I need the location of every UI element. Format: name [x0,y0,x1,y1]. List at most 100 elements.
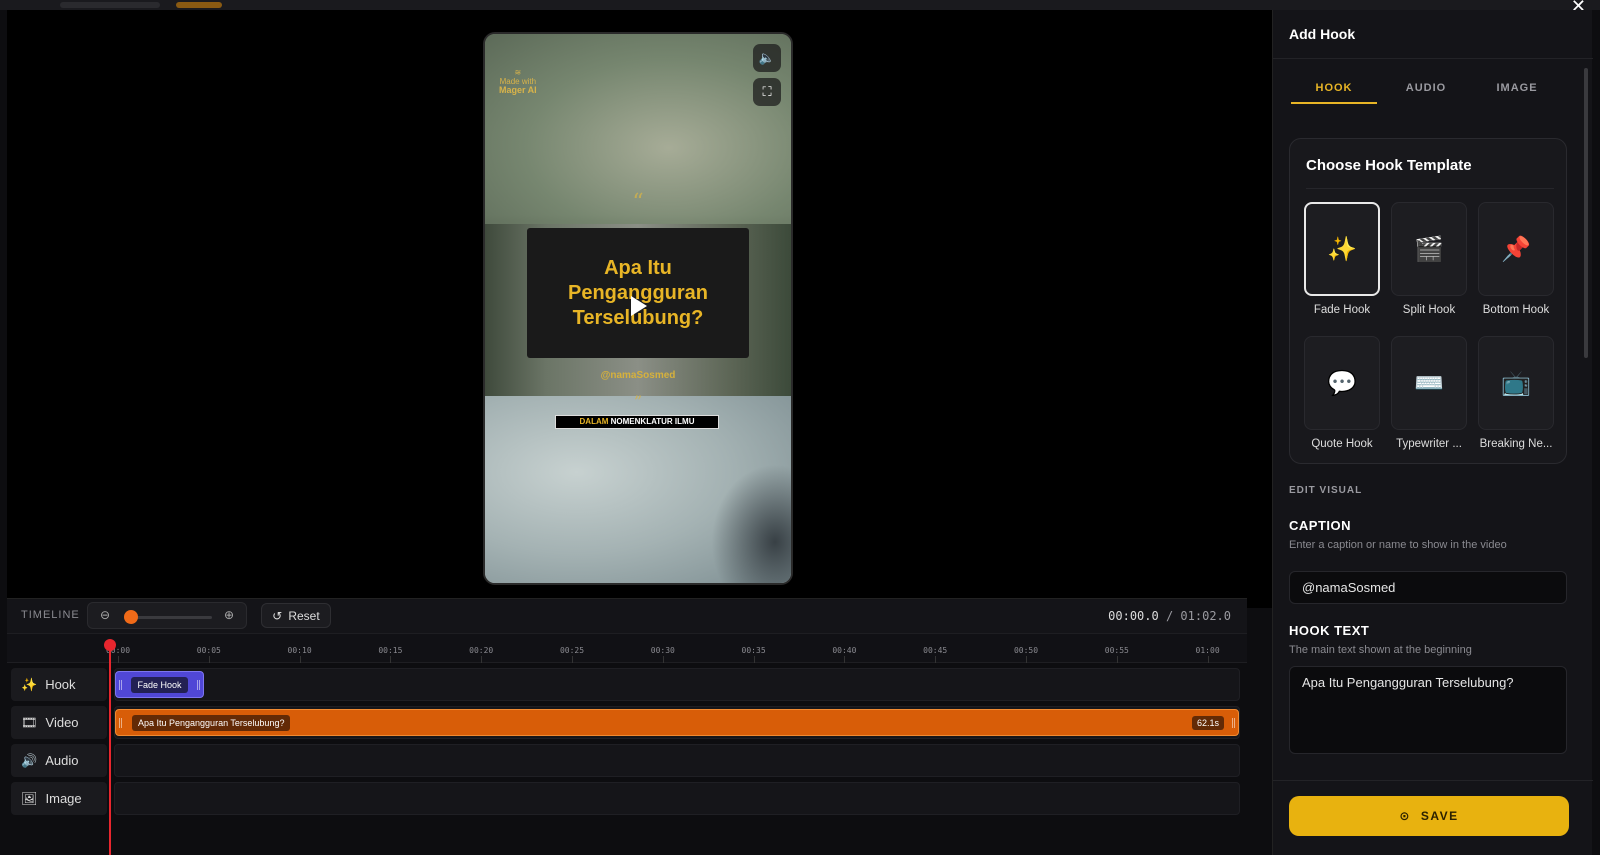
ruler-tick-mark [299,656,301,663]
template-split-hook[interactable]: 🎬 Split Hook [1391,202,1467,316]
panel-footer-divider [1273,780,1593,781]
tab-image[interactable]: IMAGE [1474,82,1560,102]
reset-label: Reset [288,608,320,623]
ruler-tick-label: 00:25 [559,646,585,655]
template-bottom-hook[interactable]: 📌 Bottom Hook [1478,202,1554,316]
current-time: 00:00.0 [1108,609,1159,623]
video-player[interactable]: ≋ Made with Mager AI 🔈 ⛶ “ Apa Itu Penga… [483,32,793,585]
image-icon: 🖼 [21,790,38,806]
ruler-tick-label: 00:10 [287,646,312,655]
panel-divider [1273,58,1593,59]
watermark-brand: Mager AI [499,85,537,95]
ruler-tick-label: 00:55 [1104,646,1129,655]
ruler-tick-mark [481,656,483,663]
track-lane-audio[interactable] [114,744,1240,777]
track-row-image: 🖼 Image [7,782,1247,815]
tab-audio[interactable]: AUDIO [1383,82,1469,102]
total-time: 01:02.0 [1180,609,1231,623]
template-name: Split Hook [1402,304,1456,316]
speech-bubble-icon: 💬 [1304,336,1380,430]
hook-clip[interactable]: Fade Hook [115,671,204,698]
clip-left-handle[interactable] [119,718,122,728]
ruler-tick-label: 00:35 [741,646,766,655]
hook-text-hint: The main text shown at the beginning [1289,644,1472,656]
clip-right-handle[interactable] [1232,718,1235,728]
track-label-image: 🖼 Image [11,782,107,815]
clip-left-handle[interactable] [119,680,122,690]
hook-text-input[interactable]: Apa Itu Pengangguran Terselubung? [1289,666,1567,754]
television-icon: 📺 [1478,336,1554,430]
ruler-tick-mark [118,656,119,663]
track-label-video: 🎞 Video [11,706,107,739]
video-preview-area: ≋ Made with Mager AI 🔈 ⛶ “ Apa Itu Penga… [7,10,1272,608]
clapperboard-icon: 🎬 [1391,202,1467,296]
ruler-tick-label: 01:00 [1195,646,1220,655]
add-hook-panel: Add Hook HOOK AUDIO IMAGE Choose Hook Te… [1272,10,1593,855]
playhead[interactable] [109,648,111,855]
zoom-in-icon[interactable]: ⊕ [224,608,234,622]
subtitle-highlight-word: DALAM [579,417,609,426]
fullscreen-button[interactable]: ⛶ [753,78,781,106]
volume-button[interactable]: 🔈 [753,44,781,72]
save-label: SAVE [1420,809,1459,823]
hook-text-title: HOOK TEXT [1289,623,1370,638]
zoom-control: ⊖ ⊕ [87,602,247,629]
template-section-title: Choose Hook Template [1306,157,1472,174]
subtitle-overlay: DALAM NOMENKLATUR ILMU [555,415,719,429]
ruler-tick-mark [572,656,573,663]
timeline-ruler[interactable]: 00:00 00:05 00:10 00:15 00:20 00:25 00:30 00:35… [7,633,1247,663]
zoom-slider-thumb[interactable] [124,610,138,624]
top-accent-pill[interactable] [176,2,222,8]
zoom-slider-track[interactable] [126,616,212,619]
timeline-label: TIMELINE [21,609,80,621]
time-separator: / [1165,609,1174,623]
caption-overlay-text: @namaSosmed [600,370,676,381]
reset-button[interactable]: ↺ Reset [261,603,331,628]
track-label-hook: ✨ Hook [11,668,107,701]
timeline-header: TIMELINE ⊖ ⊕ ↺ Reset 00:00.0 / 01:02.0 [7,598,1247,633]
play-icon[interactable] [631,296,647,316]
track-lane-image[interactable] [114,782,1240,815]
panel-scrollbar[interactable] [1584,68,1588,358]
ruler-tick-label: 00:50 [1013,646,1039,655]
tab-hook[interactable]: HOOK [1291,82,1377,104]
save-icon: ⊙ [1399,809,1411,823]
edit-visual-label: EDIT VISUAL [1289,485,1363,496]
speaker-icon: 🔈 [758,50,776,65]
track-row-video: 🎞 Video Apa Itu Pengangguran Terselubung… [7,706,1247,739]
video-clip[interactable]: Apa Itu Pengangguran Terselubung? 62.1s [115,709,1239,736]
zoom-out-icon[interactable]: ⊖ [100,608,110,622]
template-breaking-news-hook[interactable]: 📺 Breaking Ne... [1478,336,1554,450]
fullscreen-icon: ⛶ [762,84,772,99]
ruler-tick-label: 00:05 [196,646,221,655]
reset-icon: ↺ [272,608,283,623]
top-bar [0,0,1600,10]
template-name: Typewriter ... [1396,438,1462,450]
sparkles-icon: ✨ [1304,202,1380,296]
subtitle-rest: NOMENKLATUR ILMU [610,417,695,426]
watermark-wave-icon: ≋ [514,68,522,77]
track-label-audio: 🔊 Audio [11,744,107,777]
ruler-tick-mark [753,656,755,663]
top-tab-pill[interactable] [60,2,160,8]
track-row-hook: ✨ Hook Fade Hook [7,668,1247,701]
track-name: Image [45,791,82,806]
template-fade-hook[interactable]: ✨ Fade Hook [1304,202,1380,316]
caption-input[interactable] [1289,571,1567,604]
template-typewriter-hook[interactable]: ⌨️ Typewriter ... [1391,336,1467,450]
track-name: Video [45,715,79,730]
watermark: ≋ Made with Mager AI [499,68,537,95]
save-button[interactable]: ⊙ SAVE [1289,796,1569,836]
track-lane-hook[interactable] [114,668,1240,701]
caption-hint: Enter a caption or name to show in the v… [1289,539,1507,551]
clip-right-handle[interactable] [197,680,200,690]
ruler-tick-mark [1207,656,1209,663]
caption-title: CAPTION [1289,518,1351,533]
panel-tabs: HOOK AUDIO IMAGE [1291,82,1581,108]
playhead-handle[interactable] [104,639,116,651]
video-clip-duration: 62.1s [1191,716,1224,730]
template-quote-hook[interactable]: 💬 Quote Hook [1304,336,1380,450]
video-frame-shadow [711,464,791,583]
panel-title: Add Hook [1289,26,1356,42]
video-clip-label: Apa Itu Pengangguran Terselubung? [132,714,291,731]
